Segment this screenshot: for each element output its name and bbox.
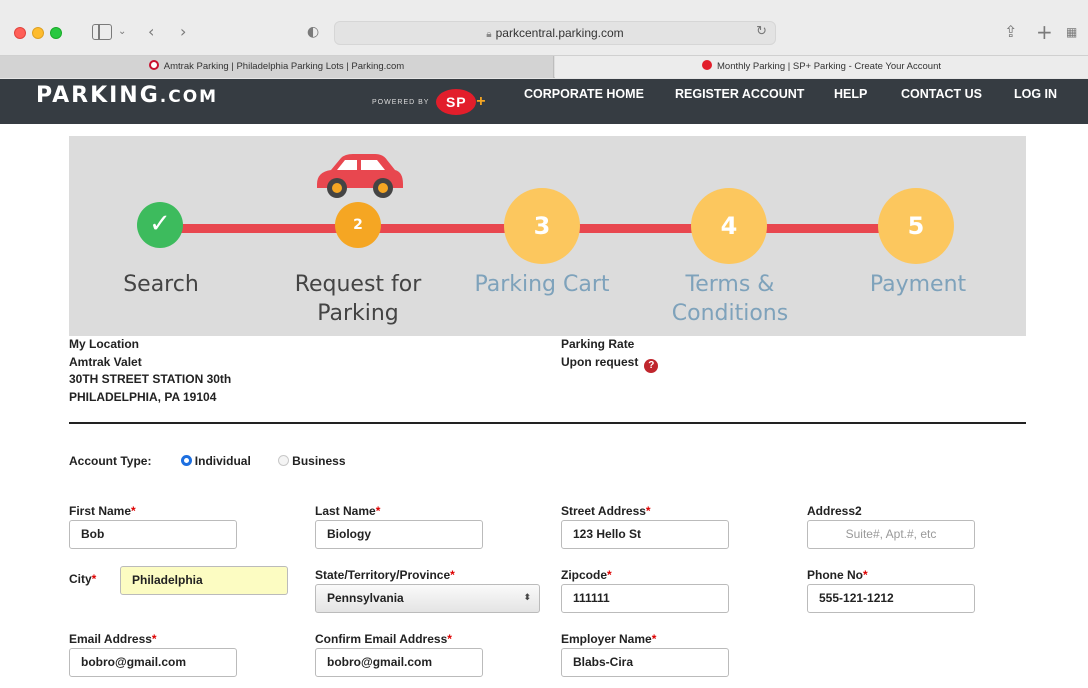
city-label: City* [69, 572, 97, 586]
tab-overview-icon[interactable]: ▦ [1066, 20, 1077, 44]
site-header: PARKING.COM POWERED BY SP + CORPORATE HOM… [0, 79, 1088, 124]
location-name: Amtrak Valet [69, 354, 142, 369]
nav-log-in[interactable]: LOG IN [1014, 87, 1057, 101]
location-street: 30TH STREET STATION 30th [69, 372, 232, 386]
browser-toolbar: ⌄ ‹ › ◐ 🔒︎ parkcentral.parking.com ↻ ⇪ + … [0, 0, 1088, 56]
state-select[interactable]: Pennsylvania ⬍ [315, 584, 540, 613]
tab-bar: Amtrak Parking | Philadelphia Parking Lo… [0, 56, 1088, 78]
zoom-window-button[interactable] [50, 27, 62, 39]
parking-favicon-icon [148, 60, 159, 70]
account-type: Account Type: Individual Business [69, 454, 346, 468]
step-request-label: Request for Parking [294, 272, 422, 326]
first-name-input[interactable]: Bob [69, 520, 237, 549]
close-window-button[interactable] [14, 27, 26, 39]
car-icon [317, 154, 403, 198]
step-terms-circle: 4 [691, 188, 767, 264]
step-search-label: Search [123, 272, 199, 297]
phone-input[interactable]: 555-121-1212 [807, 584, 975, 613]
phone-label: Phone No* [807, 568, 868, 582]
step-terms-label: Terms & Conditions [671, 272, 789, 326]
last-name-label: Last Name* [315, 504, 381, 518]
radio-selected-icon[interactable] [180, 455, 192, 466]
step-search-circle: ✓ [137, 202, 183, 248]
rate-heading: Parking Rate [561, 337, 635, 351]
last-name-input[interactable]: Biology [315, 520, 483, 549]
url-text: parkcentral.parking.com [495, 26, 624, 40]
tab-amtrak-parking[interactable]: Amtrak Parking | Philadelphia Parking Lo… [0, 56, 554, 78]
street-address-label: Street Address* [561, 504, 651, 518]
select-arrows-icon: ⬍ [523, 593, 531, 603]
zipcode-label: Zipcode* [561, 568, 612, 582]
minimize-window-button[interactable] [32, 27, 44, 39]
location-city: PHILADELPHIA, PA 19104 [69, 389, 217, 404]
progress-steps: ✓ 2 3 4 5 Search Request for Parking Par… [69, 136, 1026, 336]
address2-label: Address2 [807, 504, 862, 518]
email-label: Email Address* [69, 632, 157, 646]
state-label: State/Territory/Province* [315, 568, 455, 582]
powered-by-sp: POWERED BY SP + [372, 89, 487, 115]
parking-logo[interactable]: PARKING.COM [36, 83, 218, 108]
step-payment-label: Payment [869, 272, 967, 297]
address2-input[interactable]: Suite#, Apt.#, etc [807, 520, 975, 549]
step-cart-circle: 3 [504, 188, 580, 264]
city-input[interactable]: Philadelphia [120, 566, 288, 595]
sp-favicon-icon [702, 60, 712, 70]
nav-corporate-home[interactable]: CORPORATE HOME [524, 87, 644, 101]
account-type-label: Account Type: [69, 454, 152, 468]
street-address-input[interactable]: 123 Hello St [561, 520, 729, 549]
rate-value: Upon request [561, 354, 639, 369]
location-heading: My Location [69, 337, 140, 351]
zipcode-input[interactable]: 111111 [561, 584, 729, 613]
radio-individual[interactable]: Individual [180, 454, 251, 468]
tab-monthly-parking[interactable]: Monthly Parking | SP+ Parking - Create Y… [555, 56, 1088, 78]
email-input[interactable]: bobro@gmail.com [69, 648, 237, 677]
confirm-email-input[interactable]: bobro@gmail.com [315, 648, 483, 677]
first-name-label: First Name* [69, 504, 136, 518]
help-icon[interactable]: ? [644, 358, 659, 373]
address-bar[interactable]: 🔒︎ parkcentral.parking.com ↻ [334, 21, 776, 45]
section-divider [69, 422, 1026, 424]
rate-block: Parking Rate Upon request? [561, 336, 659, 373]
radio-unselected-icon[interactable] [278, 455, 290, 466]
step-request-circle: 2 [335, 202, 381, 248]
forward-arrow-icon[interactable]: › [180, 20, 186, 44]
step-payment-circle: 5 [878, 188, 954, 264]
back-arrow-icon[interactable]: ‹ [148, 20, 154, 44]
privacy-shield-icon[interactable]: ◐ [307, 20, 319, 44]
step-cart-label: Parking Cart [474, 272, 610, 297]
share-icon[interactable]: ⇪ [1004, 20, 1017, 44]
sp-logo: SP [436, 89, 477, 115]
nav-help[interactable]: HELP [834, 87, 867, 101]
chevron-down-icon[interactable]: ⌄ [118, 20, 126, 44]
radio-business[interactable]: Business [278, 454, 346, 468]
new-tab-icon[interactable]: + [1036, 20, 1053, 44]
employer-input[interactable]: Blabs-Cira [561, 648, 729, 677]
nav-contact-us[interactable]: CONTACT US [901, 87, 982, 101]
reload-icon[interactable]: ↻ [756, 24, 767, 39]
page-content: ✓ 2 3 4 5 Search Request for Parking Par… [0, 124, 1088, 688]
location-block: My Location Amtrak Valet 30TH STREET STA… [69, 336, 231, 406]
lock-icon: 🔒︎ [486, 29, 492, 40]
nav-register-account[interactable]: REGISTER ACCOUNT [675, 87, 804, 101]
sidebar-toggle-icon[interactable] [92, 24, 112, 40]
employer-label: Employer Name* [561, 632, 657, 646]
confirm-email-label: Confirm Email Address* [315, 632, 452, 646]
